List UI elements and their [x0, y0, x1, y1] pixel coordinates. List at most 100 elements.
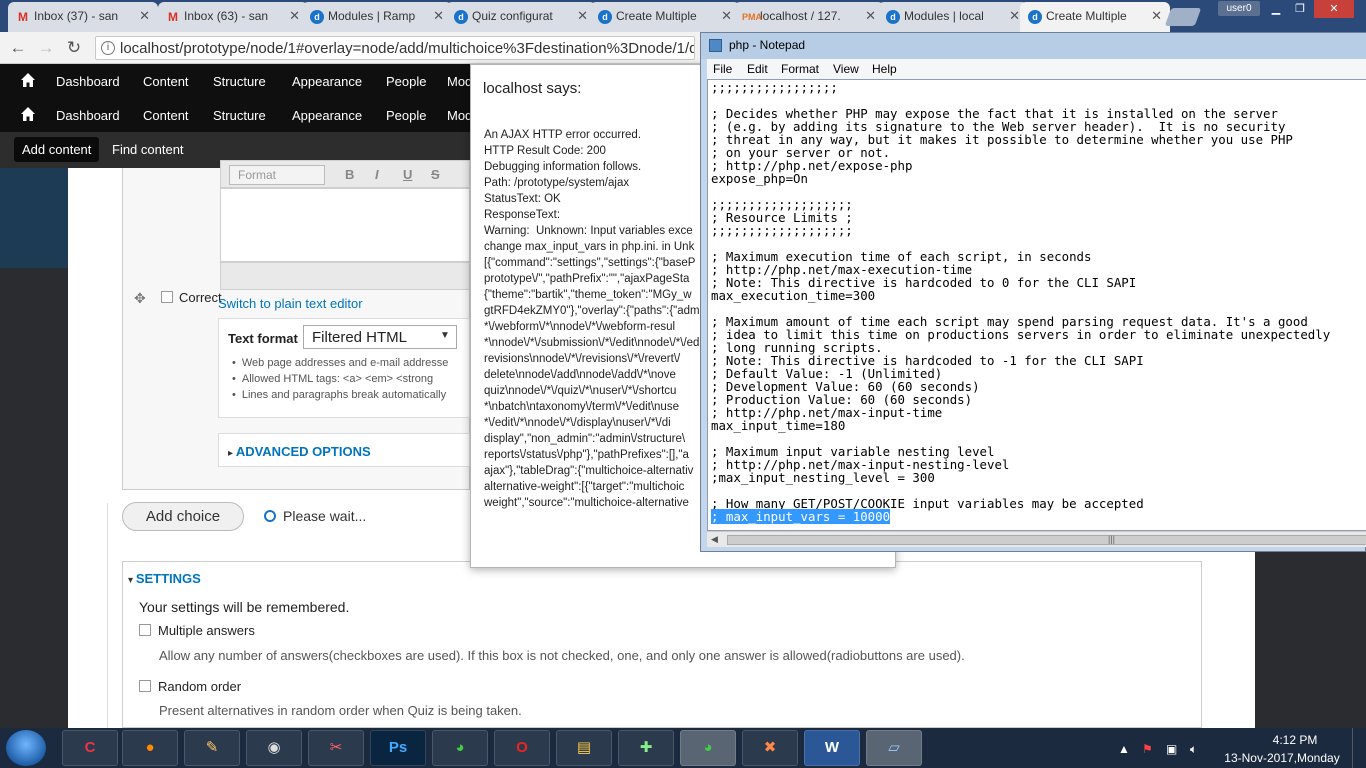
browser-tab-bar: M Inbox (37) - san ✕ M Inbox (63) - san …: [0, 0, 1366, 32]
close-icon[interactable]: ✕: [721, 8, 732, 24]
text-format-label: Text format: [228, 331, 298, 346]
close-icon[interactable]: ✕: [865, 8, 876, 24]
notepad-window: php - Notepad File Edit Format View Help…: [700, 32, 1366, 552]
action-center-icon[interactable]: ⚑: [1142, 742, 1153, 756]
random-order-checkbox[interactable]: [139, 680, 151, 692]
ccleaner-icon[interactable]: C: [62, 730, 118, 766]
paint-icon[interactable]: ✎: [184, 730, 240, 766]
notepad-taskbar-icon[interactable]: ▱: [866, 730, 922, 766]
italic-icon[interactable]: I: [375, 167, 379, 182]
settings-toggle[interactable]: SETTINGS: [128, 571, 201, 586]
selected-setting: max_input_vars = 10000: [725, 509, 891, 524]
xampp-icon[interactable]: ✖: [742, 730, 798, 766]
menu-help[interactable]: Help: [872, 62, 897, 76]
info-icon[interactable]: i: [101, 41, 115, 55]
add-content-link[interactable]: Add content: [14, 137, 100, 162]
drupal-icon: d: [1028, 10, 1042, 24]
multiple-answers-checkbox[interactable]: [139, 624, 151, 636]
admin-menu-structure[interactable]: Structure: [213, 108, 266, 123]
photoshop-icon[interactable]: Ps: [370, 730, 426, 766]
home-icon[interactable]: [20, 106, 36, 122]
close-icon[interactable]: ✕: [139, 8, 150, 24]
show-desktop-button[interactable]: [1352, 728, 1366, 768]
browser-tab[interactable]: M Inbox (63) - san ✕: [158, 2, 308, 32]
drag-handle-icon[interactable]: ✥: [134, 290, 146, 307]
scroll-left-icon[interactable]: ◀: [711, 534, 718, 545]
new-tab-button[interactable]: [1164, 8, 1202, 26]
profile-badge[interactable]: user0: [1218, 1, 1260, 16]
clock-time[interactable]: 4:12 PM: [1260, 733, 1330, 747]
admin-menu-people[interactable]: People: [386, 74, 426, 89]
menu-file[interactable]: File: [713, 62, 732, 76]
address-bar[interactable]: i localhost/prototype/node/1#overlay=nod…: [95, 36, 695, 60]
admin-menu-dashboard[interactable]: Dashboard: [56, 74, 120, 89]
switch-plain-text-link[interactable]: Switch to plain text editor: [218, 296, 363, 311]
opera-icon[interactable]: O: [494, 730, 550, 766]
wysiwyg-editor[interactable]: [220, 188, 470, 262]
chrome-user-icon[interactable]: ◕: [680, 730, 736, 766]
network-icon[interactable]: ▣: [1166, 742, 1177, 756]
close-icon[interactable]: ✕: [577, 8, 588, 24]
browser-tab[interactable]: d Quiz configurat ✕: [446, 2, 596, 32]
admin-menu-content[interactable]: Content: [143, 108, 189, 123]
tab-label: Create Multiple: [616, 9, 697, 23]
reload-icon[interactable]: ↻: [64, 38, 84, 58]
bold-icon[interactable]: B: [345, 167, 354, 182]
close-icon[interactable]: ✕: [289, 8, 300, 24]
browser-tab[interactable]: d Modules | local ✕: [878, 2, 1028, 32]
notepad-text-area[interactable]: ;;;;;;;;;;;;;;;;; ; Decides whether PHP …: [707, 79, 1366, 531]
admin-menu-modules[interactable]: Mod: [447, 108, 472, 123]
close-icon[interactable]: ✕: [1151, 8, 1162, 24]
forward-arrow-icon[interactable]: →: [36, 38, 56, 58]
strikethrough-icon[interactable]: S: [431, 167, 440, 182]
phpmyadmin-icon: PMA: [742, 12, 762, 22]
volume-icon[interactable]: 🔈︎: [1190, 742, 1197, 757]
add-choice-button[interactable]: Add choice: [122, 502, 244, 531]
admin-menu-appearance[interactable]: Appearance: [292, 74, 362, 89]
minimize-icon[interactable]: ▁: [1264, 0, 1288, 18]
notepad-text: ;;;;;;;;;;;;;;;;; ; Decides whether PHP …: [711, 81, 1330, 524]
advanced-options-toggle[interactable]: ADVANCED OPTIONS: [228, 444, 371, 459]
format-dropdown[interactable]: Format: [229, 165, 325, 185]
clock-date[interactable]: 13-Nov-2017,Monday: [1222, 751, 1342, 765]
word-icon[interactable]: W: [804, 730, 860, 766]
explorer-icon[interactable]: ▤: [556, 730, 612, 766]
snipping-tool-icon[interactable]: ✂: [308, 730, 364, 766]
maximize-icon[interactable]: ❐: [1288, 0, 1312, 18]
menu-format[interactable]: Format: [781, 62, 819, 76]
admin-menu-content[interactable]: Content: [143, 74, 189, 89]
camera-icon[interactable]: ◉: [246, 730, 302, 766]
admin-menu-structure[interactable]: Structure: [213, 74, 266, 89]
browser-tab[interactable]: d Modules | Ramp ✕: [302, 2, 452, 32]
horizontal-scrollbar[interactable]: ◀ |||: [707, 531, 1366, 547]
notepad-icon: [709, 39, 722, 52]
close-icon[interactable]: ✕: [433, 8, 444, 24]
browser-tab[interactable]: d Create Multiple ✕: [590, 2, 740, 32]
tray-expand-icon[interactable]: ▲: [1118, 742, 1130, 756]
browser-tab[interactable]: PMA localhost / 127. ✕: [734, 2, 884, 32]
find-content-link[interactable]: Find content: [112, 142, 184, 157]
text-format-select[interactable]: Filtered HTML: [303, 325, 457, 349]
browser-tab-active[interactable]: d Create Multiple ✕: [1020, 2, 1170, 32]
browser-tab[interactable]: M Inbox (37) - san ✕: [8, 2, 158, 32]
random-order-description: Present alternatives in random order whe…: [159, 703, 522, 718]
underline-icon[interactable]: U: [403, 167, 412, 182]
close-icon[interactable]: ✕: [1009, 8, 1020, 24]
menu-view[interactable]: View: [833, 62, 859, 76]
admin-menu-appearance[interactable]: Appearance: [292, 108, 362, 123]
window-close-icon[interactable]: ✕: [1314, 0, 1354, 18]
notepad-plus-plus-icon[interactable]: ✚: [618, 730, 674, 766]
correct-checkbox[interactable]: [161, 291, 173, 303]
start-button[interactable]: [6, 730, 46, 766]
admin-menu-dashboard[interactable]: Dashboard: [56, 108, 120, 123]
home-icon[interactable]: [20, 72, 36, 88]
chrome-icon[interactable]: ◕: [432, 730, 488, 766]
tab-label: Quiz configurat: [472, 9, 553, 23]
notepad-titlebar[interactable]: php - Notepad: [701, 33, 1366, 59]
scrollbar-thumb[interactable]: |||: [727, 534, 1366, 545]
back-arrow-icon[interactable]: ←: [8, 38, 28, 58]
admin-menu-modules[interactable]: Mod: [447, 74, 472, 89]
admin-menu-people[interactable]: People: [386, 108, 426, 123]
firefox-icon[interactable]: ●: [122, 730, 178, 766]
menu-edit[interactable]: Edit: [747, 62, 768, 76]
